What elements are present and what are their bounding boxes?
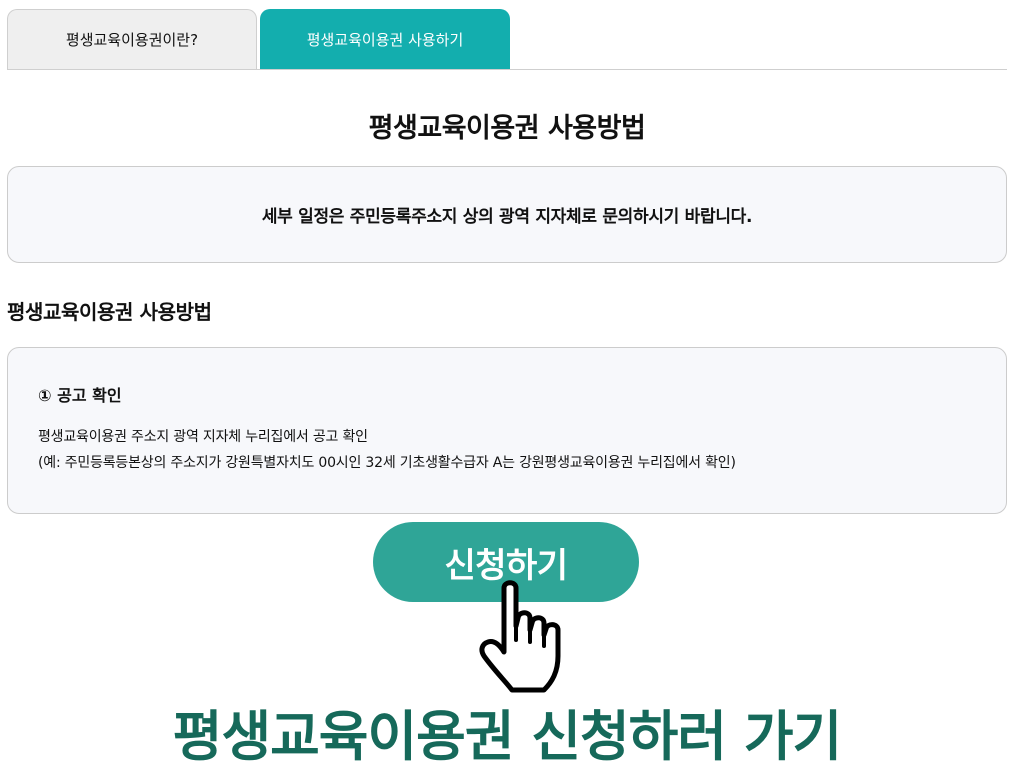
- pointing-hand-icon: [479, 580, 561, 693]
- tab-about[interactable]: 평생교육이용권이란?: [7, 9, 257, 69]
- page-title: 평생교육이용권 사용방법: [368, 113, 646, 144]
- step-title: ① 공고 확인: [38, 386, 122, 405]
- notice-text: 세부 일정은 주민등록주소지 상의 광역 지자체로 문의하시기 바랍니다.: [261, 207, 753, 227]
- notice-box: 세부 일정은 주민등록주소지 상의 광역 지자체로 문의하시기 바랍니다.: [7, 166, 1007, 263]
- tab-usage[interactable]: 평생교육이용권 사용하기: [260, 9, 510, 69]
- section-title: 평생교육이용권 사용방법: [7, 300, 212, 324]
- step-description: 평생교육이용권 주소지 광역 지자체 누리집에서 공고 확인: [38, 429, 368, 445]
- banner-cta-text[interactable]: 평생교육이용권 신청하러 가기: [0, 692, 1014, 771]
- step-box: ① 공고 확인 평생교육이용권 주소지 광역 지자체 누리집에서 공고 확인 (…: [7, 347, 1007, 514]
- tab-bar: 평생교육이용권이란? 평생교육이용권 사용하기: [7, 9, 1007, 70]
- step-example: (예: 주민등록등본상의 주소지가 강원특별자치도 00시인 32세 기초생활수…: [38, 455, 736, 471]
